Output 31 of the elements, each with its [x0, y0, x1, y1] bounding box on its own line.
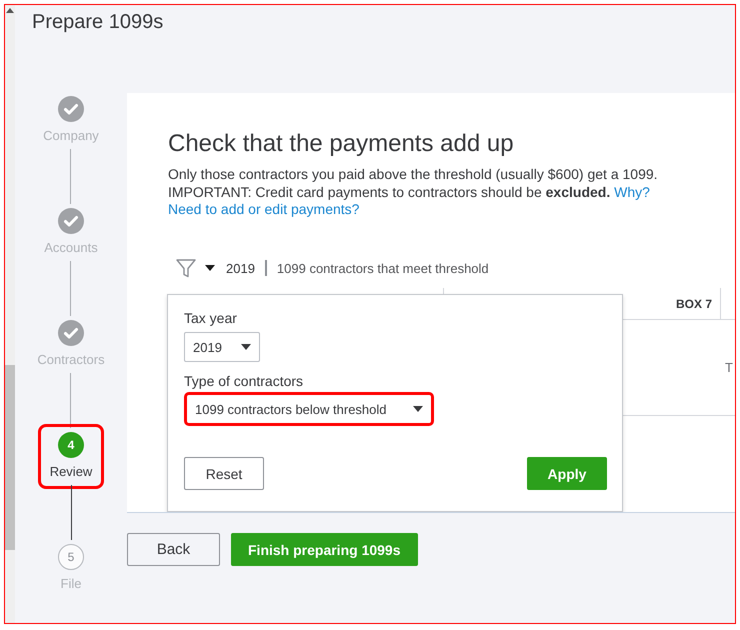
column-header: BOX 7	[676, 296, 712, 310]
edit-payments-link[interactable]: Need to add or edit payments?	[168, 201, 360, 217]
filter-icon	[176, 258, 196, 278]
field-label: Type of contractors	[184, 372, 304, 390]
contractor-type-dropdown[interactable]: 1099 contractors below threshold	[184, 392, 434, 426]
why-link[interactable]: Why?	[614, 184, 650, 200]
filter-year: 2019	[226, 260, 255, 276]
step-number: 4	[58, 432, 84, 458]
step-label: Accounts	[44, 239, 98, 257]
step-label: Company	[43, 127, 99, 145]
card-heading: Check that the payments add up	[168, 130, 514, 158]
table-cell: T	[725, 360, 733, 375]
caret-icon	[205, 265, 215, 271]
tax-year-dropdown[interactable]: 2019	[184, 332, 260, 362]
intro-text: Only those contractors you paid above the threshold (usually $600) get a 1099.	[168, 166, 658, 184]
caret-icon	[241, 344, 251, 350]
scrollbar-thumb[interactable]	[5, 365, 15, 550]
filter-button[interactable]	[176, 257, 215, 279]
step-label: Review	[50, 463, 92, 481]
step-number: 5	[58, 544, 84, 570]
scroll-up-icon[interactable]	[6, 8, 14, 13]
scrollbar-track[interactable]	[5, 5, 15, 623]
filter-summary: 1099 contractors that meet threshold	[276, 260, 489, 276]
step-label: Contractors	[37, 351, 105, 369]
back-button[interactable]: Back	[127, 533, 220, 566]
notice-text: IMPORTANT: Credit card payments to contractors should be excluded. Why?	[168, 184, 650, 201]
caret-icon	[413, 406, 423, 412]
field-label: Tax year	[184, 309, 237, 327]
page-title: Prepare 1099s	[32, 10, 164, 34]
reset-button[interactable]: Reset	[184, 457, 264, 490]
step-label: File	[60, 575, 82, 593]
